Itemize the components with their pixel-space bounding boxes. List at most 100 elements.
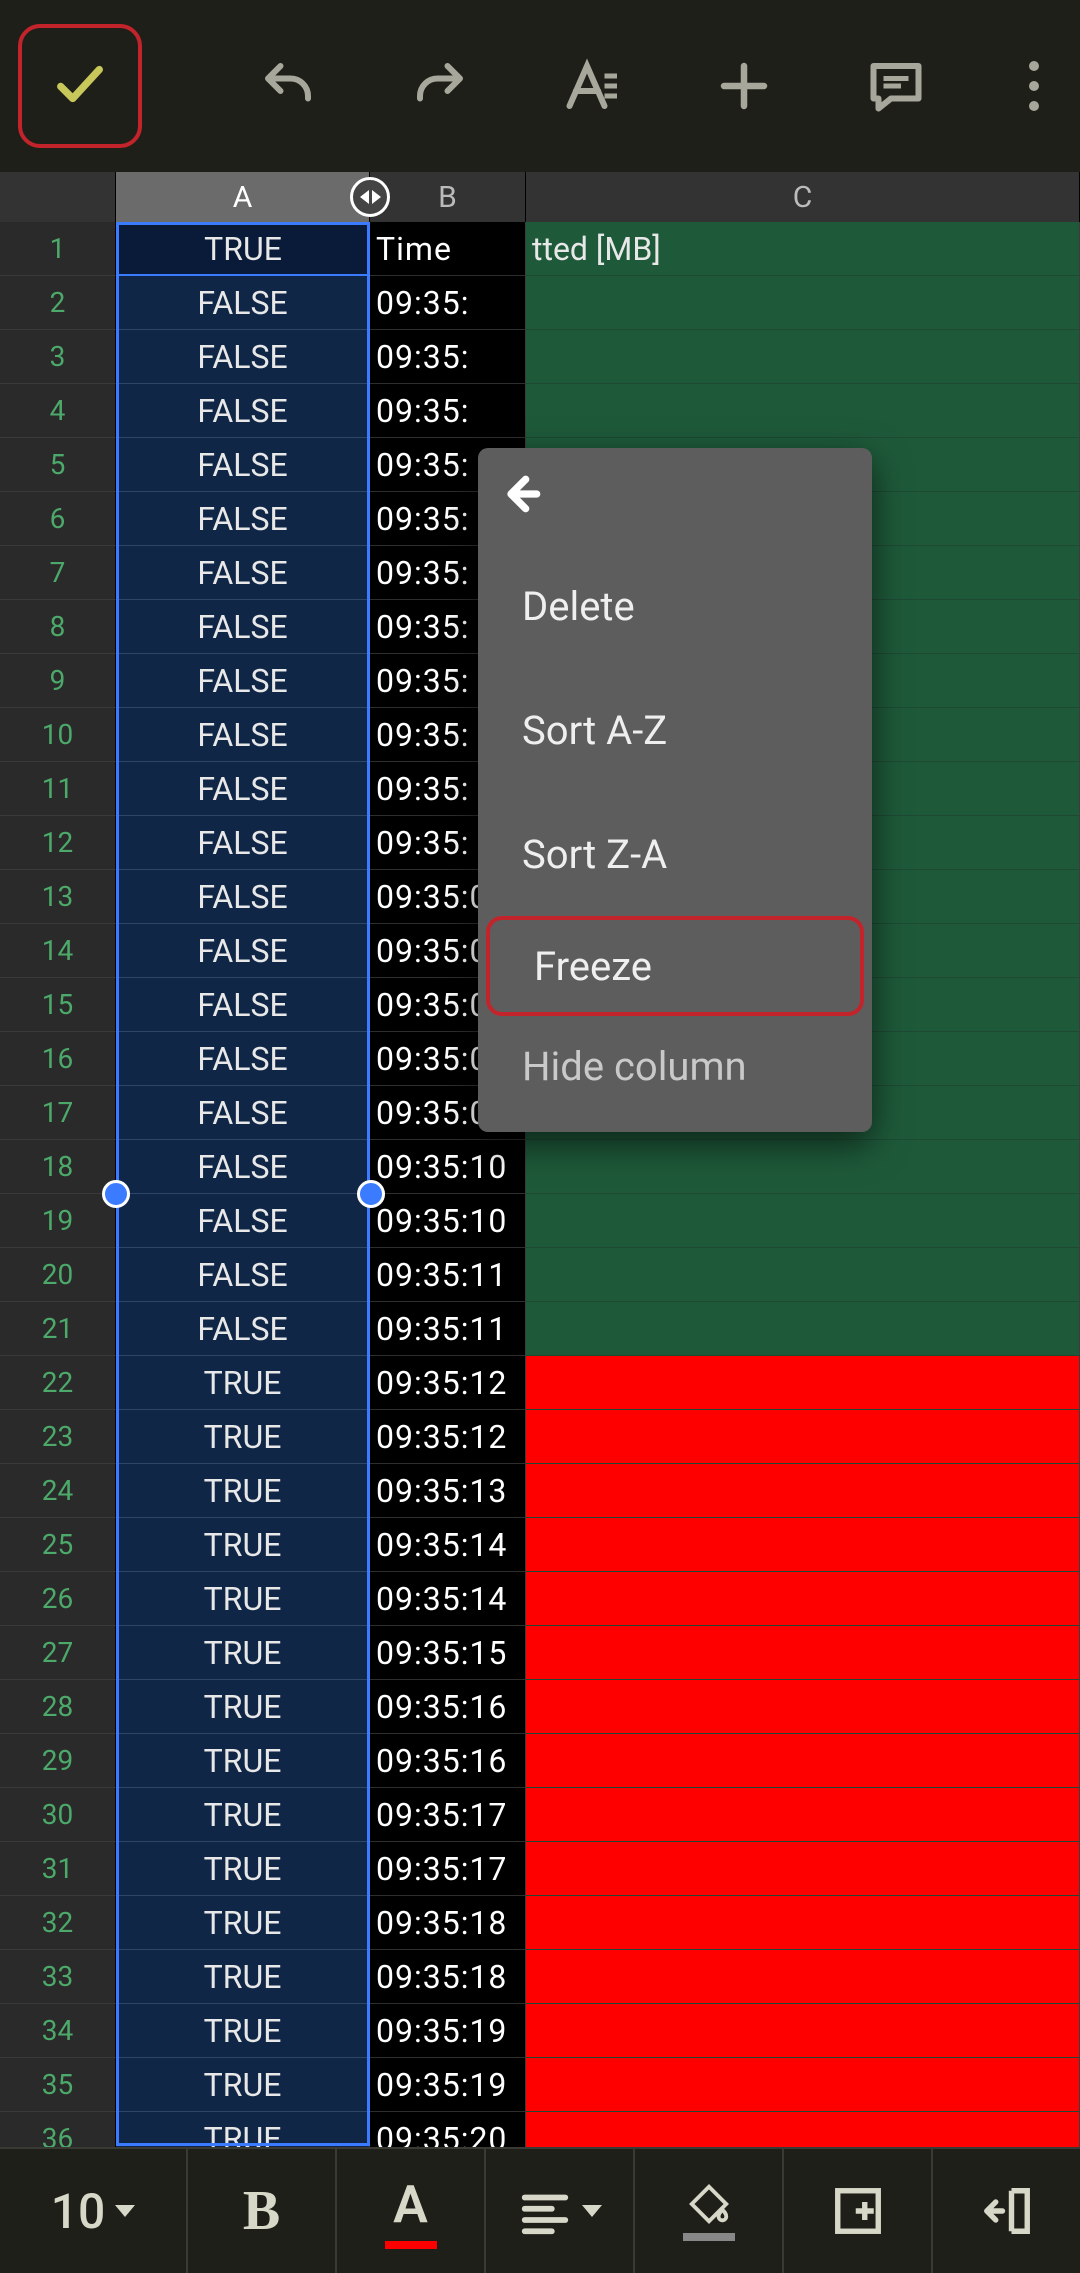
cell-c[interactable] [526,1302,1080,1356]
cell-a[interactable]: TRUE [116,1626,370,1680]
cell-c[interactable] [526,1140,1080,1194]
cell-c[interactable] [526,1248,1080,1302]
cell-a[interactable]: TRUE [116,1788,370,1842]
row-number[interactable]: 19 [0,1194,116,1248]
cell-b[interactable]: 09:35:15 [370,1626,526,1680]
cell-c[interactable] [526,276,1080,330]
cell-b[interactable]: 09:35: [370,330,526,384]
cell-c[interactable] [526,1626,1080,1680]
row-number[interactable]: 10 [0,708,116,762]
text-color-button[interactable]: A [337,2149,486,2273]
cell-a[interactable]: FALSE [116,924,370,978]
row-number[interactable]: 31 [0,1842,116,1896]
cell-c[interactable] [526,1680,1080,1734]
cell-b[interactable]: 09:35:17 [370,1842,526,1896]
row-number[interactable]: 34 [0,2004,116,2058]
row-number[interactable]: 32 [0,1896,116,1950]
menu-item-hide-column[interactable]: Hide column [478,1016,872,1096]
column-resize-handle-icon[interactable] [350,177,390,217]
cell-c[interactable]: tted [MB] [526,222,1080,276]
cell-a[interactable]: TRUE [116,1518,370,1572]
cell-a[interactable]: TRUE [116,2112,370,2152]
selection-handle-icon[interactable] [357,1180,385,1208]
row-number[interactable]: 12 [0,816,116,870]
cell-c[interactable] [526,1194,1080,1248]
cell-a[interactable]: TRUE [116,222,370,276]
comment-button[interactable] [862,52,930,120]
row-number[interactable]: 3 [0,330,116,384]
align-button[interactable] [486,2149,635,2273]
cell-a[interactable]: FALSE [116,1032,370,1086]
column-header-a[interactable]: A [116,172,370,222]
row-number[interactable]: 16 [0,1032,116,1086]
row-number[interactable]: 15 [0,978,116,1032]
cell-a[interactable]: TRUE [116,1572,370,1626]
row-number[interactable]: 8 [0,600,116,654]
row-number[interactable]: 35 [0,2058,116,2112]
spreadsheet-grid[interactable]: 1TRUETimetted [MB]2FALSE09:35:3FALSE09:3… [0,222,1080,2152]
cell-a[interactable]: FALSE [116,654,370,708]
row-number[interactable]: 4 [0,384,116,438]
cell-b[interactable]: 09:35:13 [370,1464,526,1518]
cell-a[interactable]: TRUE [116,2058,370,2112]
confirm-button[interactable] [18,24,142,148]
cell-a[interactable]: FALSE [116,762,370,816]
cell-a[interactable]: FALSE [116,1302,370,1356]
cell-c[interactable] [526,1464,1080,1518]
row-number[interactable]: 26 [0,1572,116,1626]
cell-b[interactable]: 09:35:16 [370,1734,526,1788]
cell-a[interactable]: FALSE [116,978,370,1032]
cell-a[interactable]: TRUE [116,1356,370,1410]
row-number[interactable]: 22 [0,1356,116,1410]
row-number[interactable]: 11 [0,762,116,816]
cell-a[interactable]: FALSE [116,492,370,546]
cell-a[interactable]: FALSE [116,1194,370,1248]
cell-a[interactable]: FALSE [116,438,370,492]
cell-b[interactable]: Time [370,222,526,276]
cell-c[interactable] [526,1518,1080,1572]
row-number[interactable]: 21 [0,1302,116,1356]
cell-c[interactable] [526,1896,1080,1950]
row-number[interactable]: 36 [0,2112,116,2152]
row-number[interactable]: 2 [0,276,116,330]
cell-b[interactable]: 09:35:20 [370,2112,526,2152]
cell-a[interactable]: FALSE [116,816,370,870]
text-format-button[interactable] [558,52,626,120]
row-number[interactable]: 1 [0,222,116,276]
cell-a[interactable]: FALSE [116,1248,370,1302]
insert-row-button[interactable] [784,2149,933,2273]
cell-a[interactable]: FALSE [116,708,370,762]
cell-c[interactable] [526,1572,1080,1626]
row-number[interactable]: 20 [0,1248,116,1302]
cell-b[interactable]: 09:35:18 [370,1896,526,1950]
row-number[interactable]: 5 [0,438,116,492]
cell-c[interactable] [526,2004,1080,2058]
cell-c[interactable] [526,2112,1080,2152]
row-number[interactable]: 30 [0,1788,116,1842]
row-number[interactable]: 27 [0,1626,116,1680]
cell-b[interactable]: 09:35:19 [370,2004,526,2058]
cell-a[interactable]: FALSE [116,600,370,654]
menu-item-freeze[interactable]: Freeze [486,916,864,1016]
cell-b[interactable]: 09:35:18 [370,1950,526,2004]
menu-item-sort-az[interactable]: Sort A-Z [478,668,872,792]
row-number[interactable]: 33 [0,1950,116,2004]
cell-b[interactable]: 09:35:19 [370,2058,526,2112]
overflow-menu-button[interactable] [1014,61,1054,111]
cell-a[interactable]: FALSE [116,330,370,384]
cell-b[interactable]: 09:35:11 [370,1248,526,1302]
redo-button[interactable] [406,52,474,120]
cell-c[interactable] [526,2058,1080,2112]
selection-handle-icon[interactable] [102,1180,130,1208]
cell-a[interactable]: FALSE [116,384,370,438]
menu-item-sort-za[interactable]: Sort Z-A [478,792,872,916]
cell-c[interactable] [526,1410,1080,1464]
font-size-selector[interactable]: 10 [0,2149,188,2273]
cell-a[interactable]: FALSE [116,546,370,600]
row-number[interactable]: 23 [0,1410,116,1464]
add-button[interactable] [710,52,778,120]
row-number[interactable]: 29 [0,1734,116,1788]
cell-a[interactable]: FALSE [116,1140,370,1194]
cell-b[interactable]: 09:35: [370,384,526,438]
cell-a[interactable]: TRUE [116,1896,370,1950]
